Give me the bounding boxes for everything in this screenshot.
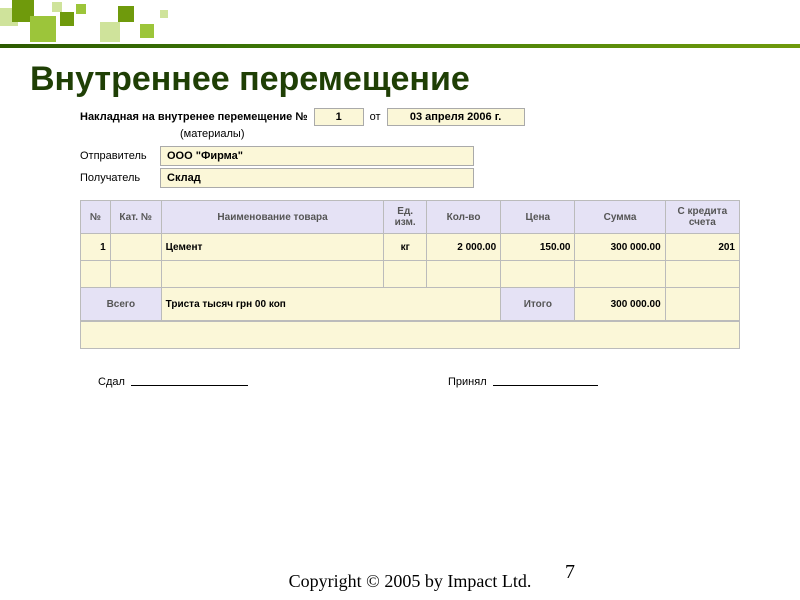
- sender-field[interactable]: ООО "Фирма": [160, 146, 474, 166]
- signature-row: Сдал Принял: [80, 385, 740, 398]
- col-no: №: [81, 201, 111, 234]
- receiver-field[interactable]: Склад: [160, 168, 474, 188]
- table-header-row: № Кат. № Наименование товара Ед. изм. Ко…: [81, 201, 740, 234]
- totals-itogo-label: Итого: [501, 288, 575, 321]
- header-band: [0, 44, 800, 48]
- table-empty-area[interactable]: [81, 261, 740, 288]
- cell-no[interactable]: 1: [81, 234, 111, 261]
- doc-title-text: Накладная на внутренее перемещение №: [80, 111, 308, 123]
- amount-in-words: Триста тысяч грн 00 коп: [161, 288, 501, 321]
- col-price: Цена: [501, 201, 575, 234]
- totals-all-label: Всего: [81, 288, 162, 321]
- col-credit: С кредита счета: [665, 201, 739, 234]
- cell-price[interactable]: 150.00: [501, 234, 575, 261]
- cell-name[interactable]: Цемент: [161, 234, 384, 261]
- sign-sent: Сдал: [98, 385, 248, 398]
- col-name: Наименование товара: [161, 201, 384, 234]
- totals-itogo-value: 300 000.00: [575, 288, 665, 321]
- totals-credit-blank: [665, 288, 739, 321]
- doc-date-field[interactable]: 03 апреля 2006 г.: [387, 108, 525, 126]
- notes-area[interactable]: [80, 321, 740, 349]
- decorative-squares: [0, 0, 800, 45]
- cell-credit[interactable]: 201: [665, 234, 739, 261]
- col-qty: Кол-во: [426, 201, 500, 234]
- col-unit: Ед. изм.: [384, 201, 426, 234]
- receiver-label: Получатель: [80, 172, 152, 184]
- table-row[interactable]: 1 Цемент кг 2 000.00 150.00 300 000.00 2…: [81, 234, 740, 261]
- doc-number-field[interactable]: 1: [314, 108, 364, 126]
- page-title: Внутреннее перемещение: [30, 60, 470, 99]
- document-form: Накладная на внутренее перемещение № 1 о…: [80, 108, 740, 398]
- cell-sum[interactable]: 300 000.00: [575, 234, 665, 261]
- slide-number: 7: [565, 561, 575, 584]
- copyright-text: Copyright © 2005 by Impact Ltd.: [260, 571, 560, 592]
- items-table: № Кат. № Наименование товара Ед. изм. Ко…: [80, 200, 740, 321]
- sender-row: Отправитель ООО "Фирма": [80, 146, 740, 166]
- sender-label: Отправитель: [80, 150, 152, 162]
- cell-cat[interactable]: [110, 234, 161, 261]
- col-cat: Кат. №: [110, 201, 161, 234]
- doc-subtitle: (материалы): [180, 128, 740, 140]
- document-header: Накладная на внутренее перемещение № 1 о…: [80, 108, 740, 126]
- cell-unit[interactable]: кг: [384, 234, 426, 261]
- col-sum: Сумма: [575, 201, 665, 234]
- totals-row: Всего Триста тысяч грн 00 коп Итого 300 …: [81, 288, 740, 321]
- receiver-row: Получатель Склад: [80, 168, 740, 188]
- sign-received: Принял: [448, 385, 598, 398]
- ot-label: от: [370, 111, 381, 123]
- cell-qty[interactable]: 2 000.00: [426, 234, 500, 261]
